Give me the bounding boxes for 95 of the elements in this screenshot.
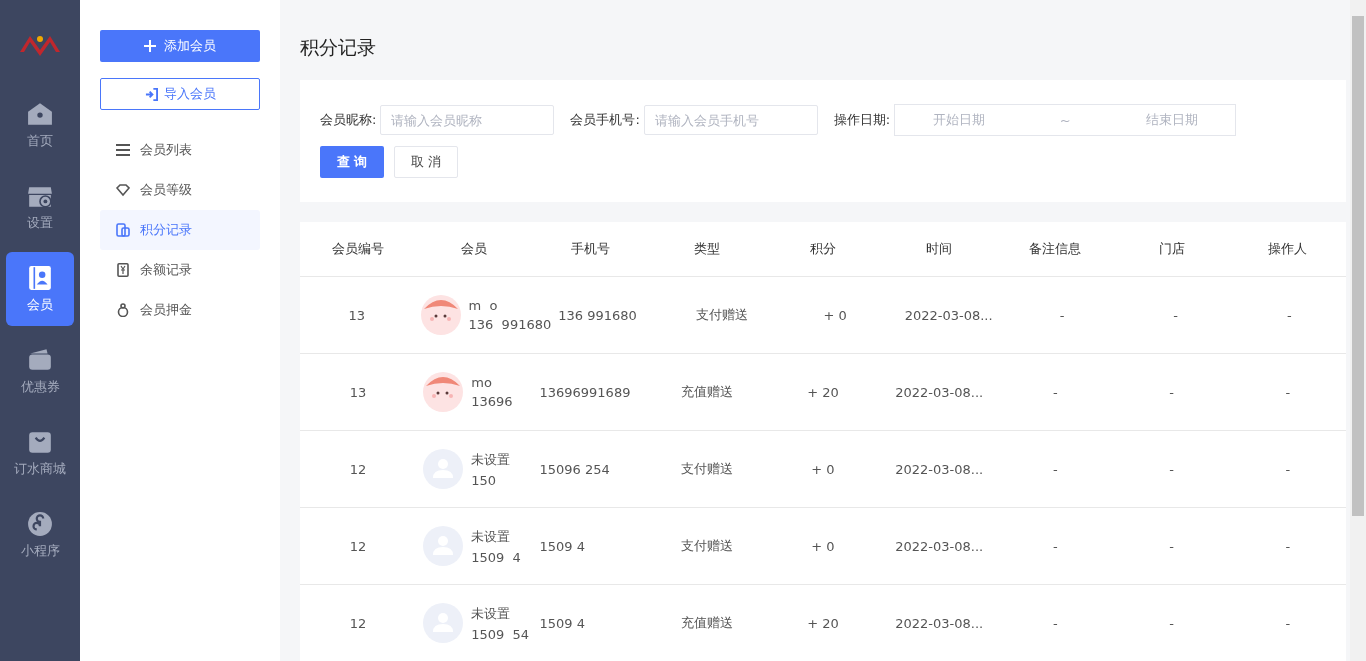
table-cell-text: - bbox=[1172, 306, 1180, 325]
table-cell-text: 2022-03-08... bbox=[894, 614, 985, 633]
search-button[interactable]: 查 询 bbox=[320, 146, 384, 178]
cancel-button[interactable]: 取 消 bbox=[394, 146, 458, 178]
diamond-icon bbox=[116, 183, 130, 197]
column-header: 时间 bbox=[925, 240, 954, 258]
table-cell-text: 2022-03-08... bbox=[894, 537, 985, 556]
column-header: 积分 bbox=[809, 240, 837, 258]
import-icon bbox=[144, 87, 158, 101]
table-cell-text: 13696991689 bbox=[538, 383, 632, 402]
nav-item[interactable]: 会员 bbox=[6, 252, 74, 326]
scrollbar-thumb[interactable] bbox=[1352, 16, 1364, 516]
nav-item[interactable]: 首页 bbox=[6, 88, 74, 162]
table-cell-text: 12 bbox=[348, 614, 368, 633]
yen-icon bbox=[116, 263, 130, 277]
table-cell-text: - bbox=[1284, 383, 1292, 402]
wallet-icon bbox=[27, 346, 53, 373]
member-phone: 13696 bbox=[471, 394, 513, 409]
menu-item[interactable]: 余额记录 bbox=[100, 250, 260, 290]
import-member-button[interactable]: 导入会员 bbox=[100, 78, 260, 110]
list-icon bbox=[116, 143, 130, 157]
menu-item[interactable]: 积分记录 bbox=[100, 210, 260, 250]
member-phone: 1509 4 bbox=[471, 549, 521, 565]
table-cell-text: - bbox=[1168, 537, 1175, 556]
column-header: 会员 bbox=[460, 240, 489, 258]
date-range-field[interactable]: 开始日期 ~ 结束日期 bbox=[894, 104, 1237, 136]
nav-item[interactable]: 订水商城 bbox=[6, 416, 74, 490]
column-header: 类型 bbox=[692, 240, 721, 258]
table-cell-text: 支付赠送 bbox=[694, 306, 749, 324]
table-cell-text: - bbox=[1052, 537, 1059, 556]
table-cell-text: + 20 bbox=[806, 383, 840, 402]
member-nickname: mo bbox=[471, 375, 493, 390]
member-icon bbox=[27, 264, 53, 291]
column-header: 备注信息 bbox=[1028, 240, 1083, 258]
column-header: 会员编号 bbox=[331, 240, 386, 258]
table-cell-text: - bbox=[1052, 460, 1059, 479]
field-label: 会员昵称: bbox=[320, 111, 377, 129]
column-header: 门店 bbox=[1157, 240, 1186, 258]
table-cell-text: - bbox=[1284, 537, 1292, 556]
page-title: 积分记录 bbox=[300, 35, 377, 60]
table-cell-text: + 0 bbox=[822, 306, 848, 325]
add-member-button[interactable]: 添加会员 bbox=[100, 30, 260, 62]
nickname-field[interactable]: 请输入会员昵称 bbox=[380, 105, 555, 135]
scrollbar[interactable] bbox=[1350, 0, 1366, 661]
table-cell-text: 充值赠送 bbox=[679, 614, 734, 632]
table-cell-text: 支付赠送 bbox=[679, 537, 734, 555]
table-cell-text: + 20 bbox=[806, 614, 840, 633]
table-cell-text: 2022-03-08... bbox=[894, 460, 985, 479]
table-cell-text: + 0 bbox=[810, 537, 836, 556]
table-cell-text: 12 bbox=[348, 460, 368, 479]
table-cell-text: - bbox=[1285, 306, 1293, 325]
column-header: 手机号 bbox=[570, 240, 612, 258]
table-cell-text: 12 bbox=[348, 537, 368, 556]
menu-item[interactable]: 会员列表 bbox=[100, 130, 260, 170]
table-cell-text: - bbox=[1168, 383, 1175, 402]
points-icon bbox=[116, 223, 130, 237]
member-nickname: 未设置 bbox=[471, 527, 512, 546]
end-date-placeholder: 结束日期 bbox=[1145, 111, 1198, 129]
menu-item[interactable]: 会员押金 bbox=[100, 290, 260, 330]
menu-item[interactable]: 会员等级 bbox=[100, 170, 260, 210]
plus-icon bbox=[144, 40, 156, 52]
nav-item[interactable]: 优惠券 bbox=[6, 334, 74, 408]
start-date-placeholder: 开始日期 bbox=[932, 111, 985, 129]
table-cell-text: + 0 bbox=[810, 460, 836, 479]
table-cell-text: - bbox=[1284, 614, 1292, 633]
member-nickname: 未设置 bbox=[471, 604, 512, 623]
avatar-icon bbox=[420, 295, 461, 335]
table-cell-text: 15096 254 bbox=[538, 460, 611, 479]
link-icon bbox=[27, 510, 53, 537]
table-cell-text: 13 bbox=[347, 306, 367, 325]
avatar-icon bbox=[423, 372, 464, 412]
table-cell-text: - bbox=[1058, 306, 1066, 325]
nav-item[interactable]: 设置 bbox=[6, 170, 74, 244]
field-label: 会员手机号: bbox=[570, 111, 640, 129]
table-cell-text: 1509 4 bbox=[538, 537, 586, 556]
column-header: 操作人 bbox=[1267, 240, 1309, 258]
member-nickname: 未设置 bbox=[471, 450, 511, 469]
table-cell-text: 13 bbox=[348, 383, 368, 402]
table-cell-text: - bbox=[1168, 614, 1175, 633]
member-phone: 1509 54 bbox=[471, 626, 530, 642]
table-cell-text: - bbox=[1168, 460, 1175, 479]
range-separator: ~ bbox=[1059, 112, 1071, 128]
phone-field[interactable]: 请输入会员手机号 bbox=[643, 105, 818, 135]
member-phone: 150 bbox=[471, 472, 498, 488]
member-nickname: m o bbox=[468, 298, 499, 313]
table-cell-text: - bbox=[1052, 383, 1059, 402]
table-cell-text: 2022-03-08... bbox=[894, 383, 985, 402]
table-cell-text: - bbox=[1052, 614, 1059, 633]
member-phone: 136 991680 bbox=[468, 317, 552, 332]
field-label: 操作日期: bbox=[833, 111, 891, 129]
nav-item[interactable]: 小程序 bbox=[6, 498, 74, 572]
table-cell-text: 2022-03-08... bbox=[903, 306, 994, 325]
table-cell-text: 支付赠送 bbox=[679, 460, 734, 478]
table-cell-text: - bbox=[1284, 460, 1292, 479]
table-cell-text: 充值赠送 bbox=[679, 383, 734, 401]
